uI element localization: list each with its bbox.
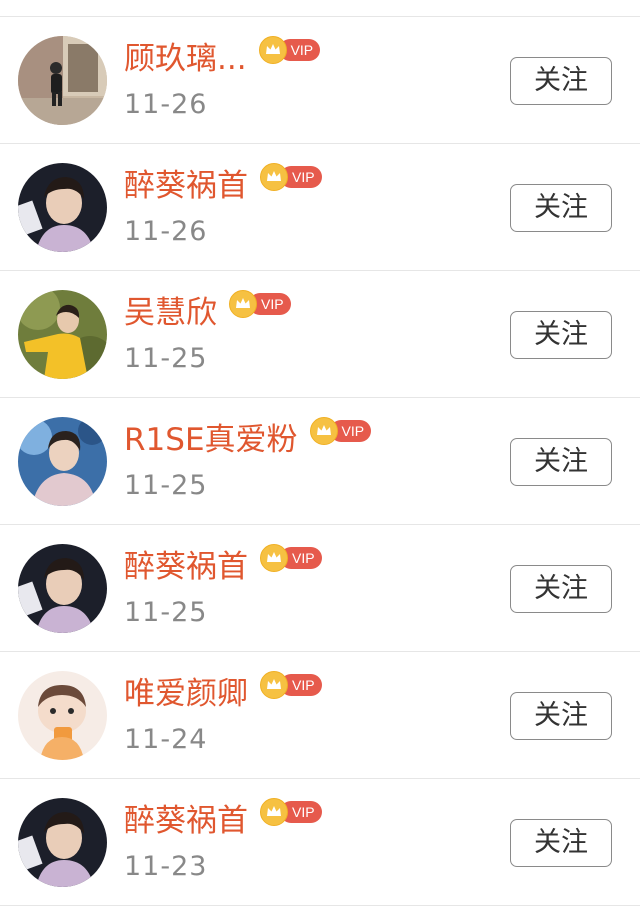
crown-icon: [258, 36, 287, 64]
avatar[interactable]: [18, 798, 107, 887]
follow-date: 11-25: [124, 470, 208, 501]
vip-badge: VIP: [229, 290, 291, 318]
follow-date: 11-26: [124, 216, 208, 247]
follow-button[interactable]: 关注: [510, 819, 612, 867]
list-item[interactable]: 醉葵祸首 VIP 11-23 关注: [0, 779, 640, 906]
vip-badge: VIP: [260, 544, 322, 572]
crown-icon: [229, 290, 257, 318]
user-name[interactable]: 唯爱颜卿: [124, 674, 248, 714]
vip-badge: VIP: [309, 417, 372, 445]
follow-date: 11-25: [124, 597, 208, 628]
follow-button[interactable]: 关注: [510, 184, 612, 232]
follow-button[interactable]: 关注: [510, 57, 612, 105]
avatar[interactable]: [18, 544, 107, 633]
crown-icon: [260, 163, 288, 191]
list-item[interactable]: 醉葵祸首 VIP 11-25 关注: [0, 525, 640, 652]
follow-button[interactable]: 关注: [510, 692, 612, 740]
follow-button[interactable]: 关注: [510, 438, 612, 486]
follow-date: 11-23: [124, 851, 208, 882]
crown-icon: [309, 417, 338, 445]
vip-badge: VIP: [260, 163, 322, 191]
follower-list: 顾玖璃... VIP 11-26 关注 醉葵祸首 VIP 11-26 关注 吴慧…: [0, 16, 640, 906]
follow-date: 11-25: [124, 343, 208, 374]
vip-badge: VIP: [260, 671, 322, 699]
user-name[interactable]: 吴慧欣: [124, 293, 217, 333]
vip-badge: VIP: [260, 798, 322, 826]
user-name[interactable]: 醉葵祸首: [124, 801, 248, 841]
crown-icon: [260, 544, 288, 572]
user-name[interactable]: 醉葵祸首: [124, 547, 248, 587]
vip-badge: VIP: [258, 36, 321, 64]
avatar[interactable]: [18, 417, 107, 506]
follow-button[interactable]: 关注: [510, 565, 612, 613]
crown-icon: [260, 798, 288, 826]
list-item[interactable]: 顾玖璃... VIP 11-26 关注: [0, 17, 640, 144]
user-name[interactable]: R1SE真爱粉: [124, 420, 298, 460]
avatar[interactable]: [18, 671, 107, 760]
list-item[interactable]: 吴慧欣 VIP 11-25 关注: [0, 271, 640, 398]
follow-date: 11-26: [124, 89, 208, 120]
crown-icon: [260, 671, 288, 699]
list-item[interactable]: 醉葵祸首 VIP 11-26 关注: [0, 144, 640, 271]
avatar[interactable]: [18, 36, 107, 125]
follow-date: 11-24: [124, 724, 208, 755]
list-item[interactable]: 唯爱颜卿 VIP 11-24 关注: [0, 652, 640, 779]
avatar[interactable]: [18, 163, 107, 252]
list-item[interactable]: R1SE真爱粉 VIP 11-25 关注: [0, 398, 640, 525]
user-name[interactable]: 顾玖璃...: [124, 39, 247, 79]
follow-button[interactable]: 关注: [510, 311, 612, 359]
avatar[interactable]: [18, 290, 107, 379]
user-name[interactable]: 醉葵祸首: [124, 166, 248, 206]
